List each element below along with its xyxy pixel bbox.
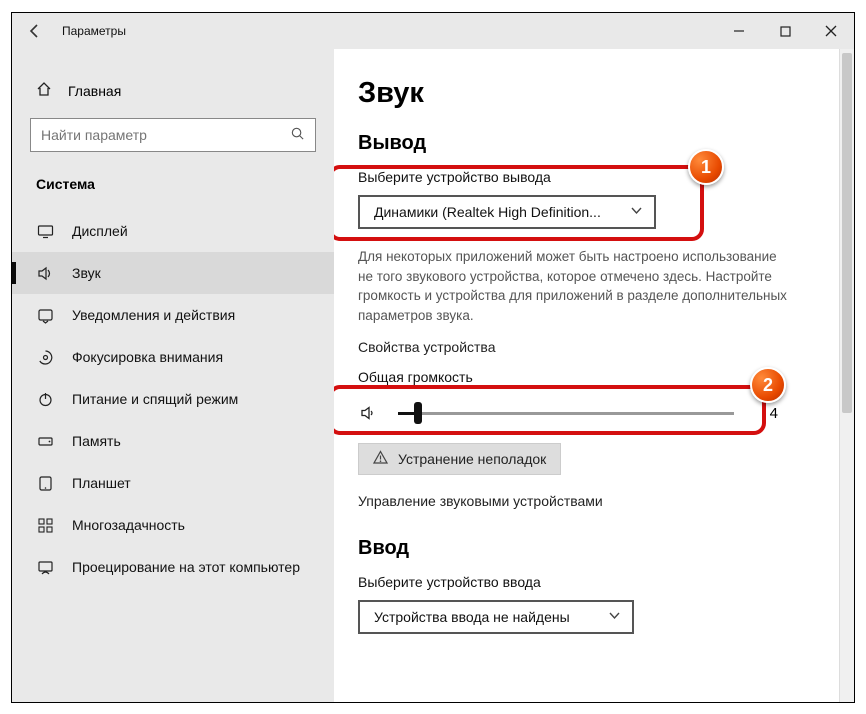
page-title: Звук (358, 77, 816, 110)
sidebar: Главная Система Дисплей Звук (12, 49, 334, 702)
scrollbar-thumb[interactable] (842, 53, 852, 413)
sidebar-item-power[interactable]: Питание и спящий режим (12, 378, 334, 420)
tablet-icon (36, 474, 54, 492)
content-scrollbar[interactable] (839, 49, 854, 702)
output-heading: Вывод (358, 132, 816, 155)
sidebar-item-storage[interactable]: Память (12, 420, 334, 462)
projecting-icon (36, 558, 54, 576)
sidebar-item-display[interactable]: Дисплей (12, 210, 334, 252)
manage-devices-link[interactable]: Управление звуковыми устройствами (358, 493, 816, 509)
sidebar-item-label: Питание и спящий режим (72, 391, 238, 407)
output-device-label: Выберите устройство вывода (358, 169, 816, 185)
notifications-icon (36, 306, 54, 324)
volume-slider[interactable] (398, 412, 734, 415)
sidebar-item-focus[interactable]: Фокусировка внимания (12, 336, 334, 378)
back-button[interactable] (22, 18, 48, 44)
troubleshoot-button[interactable]: Устранение неполадок (358, 443, 561, 475)
input-heading: Ввод (358, 537, 816, 560)
sidebar-item-label: Дисплей (72, 223, 128, 239)
warning-icon (373, 450, 388, 468)
search-icon (290, 126, 305, 144)
chevron-down-icon (631, 205, 642, 219)
troubleshoot-label: Устранение неполадок (398, 451, 546, 467)
chevron-down-icon (609, 610, 620, 624)
input-device-dropdown[interactable]: Устройства ввода не найдены (358, 600, 634, 634)
sidebar-item-label: Планшет (72, 475, 131, 491)
sidebar-item-tablet[interactable]: Планшет (12, 462, 334, 504)
sound-icon (36, 264, 54, 282)
storage-icon (36, 432, 54, 450)
power-icon (36, 390, 54, 408)
speaker-icon[interactable] (358, 402, 380, 424)
close-button[interactable] (808, 13, 854, 49)
sidebar-item-sound[interactable]: Звук (12, 252, 334, 294)
volume-label: Общая громкость (358, 369, 816, 385)
home-icon (36, 81, 52, 100)
main-content: Звук Вывод Выберите устройство вывода Ди… (334, 49, 854, 702)
search-field[interactable] (41, 127, 290, 143)
sidebar-section-heading: Система (28, 172, 318, 210)
search-input[interactable] (30, 118, 316, 152)
input-device-selected: Устройства ввода не найдены (374, 609, 570, 625)
sidebar-item-projecting[interactable]: Проецирование на этот компьютер (12, 546, 334, 588)
sidebar-item-label: Фокусировка внимания (72, 349, 223, 365)
maximize-button[interactable] (762, 13, 808, 49)
titlebar: Параметры (12, 13, 854, 49)
input-device-label: Выберите устройство ввода (358, 574, 816, 590)
volume-value: 4 (752, 405, 778, 422)
sidebar-item-label: Память (72, 433, 121, 449)
output-device-selected: Динамики (Realtek High Definition... (374, 204, 601, 220)
minimize-button[interactable] (716, 13, 762, 49)
sidebar-nav: Дисплей Звук Уведомления и действия Фоку… (12, 210, 334, 588)
sidebar-item-multitasking[interactable]: Многозадачность (12, 504, 334, 546)
sidebar-item-label: Проецирование на этот компьютер (72, 559, 300, 575)
home-label: Главная (68, 83, 121, 99)
output-device-dropdown[interactable]: Динамики (Realtek High Definition... (358, 195, 656, 229)
sidebar-item-label: Звук (72, 265, 101, 281)
sidebar-item-notifications[interactable]: Уведомления и действия (12, 294, 334, 336)
focus-icon (36, 348, 54, 366)
output-help-text: Для некоторых приложений может быть наст… (358, 247, 788, 325)
volume-slider-thumb[interactable] (414, 402, 422, 424)
home-link[interactable]: Главная (28, 77, 318, 114)
volume-row: 4 (358, 393, 778, 433)
sidebar-item-label: Многозадачность (72, 517, 185, 533)
sidebar-item-label: Уведомления и действия (72, 307, 235, 323)
settings-window: Параметры Главная (11, 12, 855, 703)
device-properties-link[interactable]: Свойства устройства (358, 339, 816, 355)
display-icon (36, 222, 54, 240)
window-title: Параметры (62, 24, 126, 38)
multitasking-icon (36, 516, 54, 534)
window-buttons (716, 13, 854, 49)
